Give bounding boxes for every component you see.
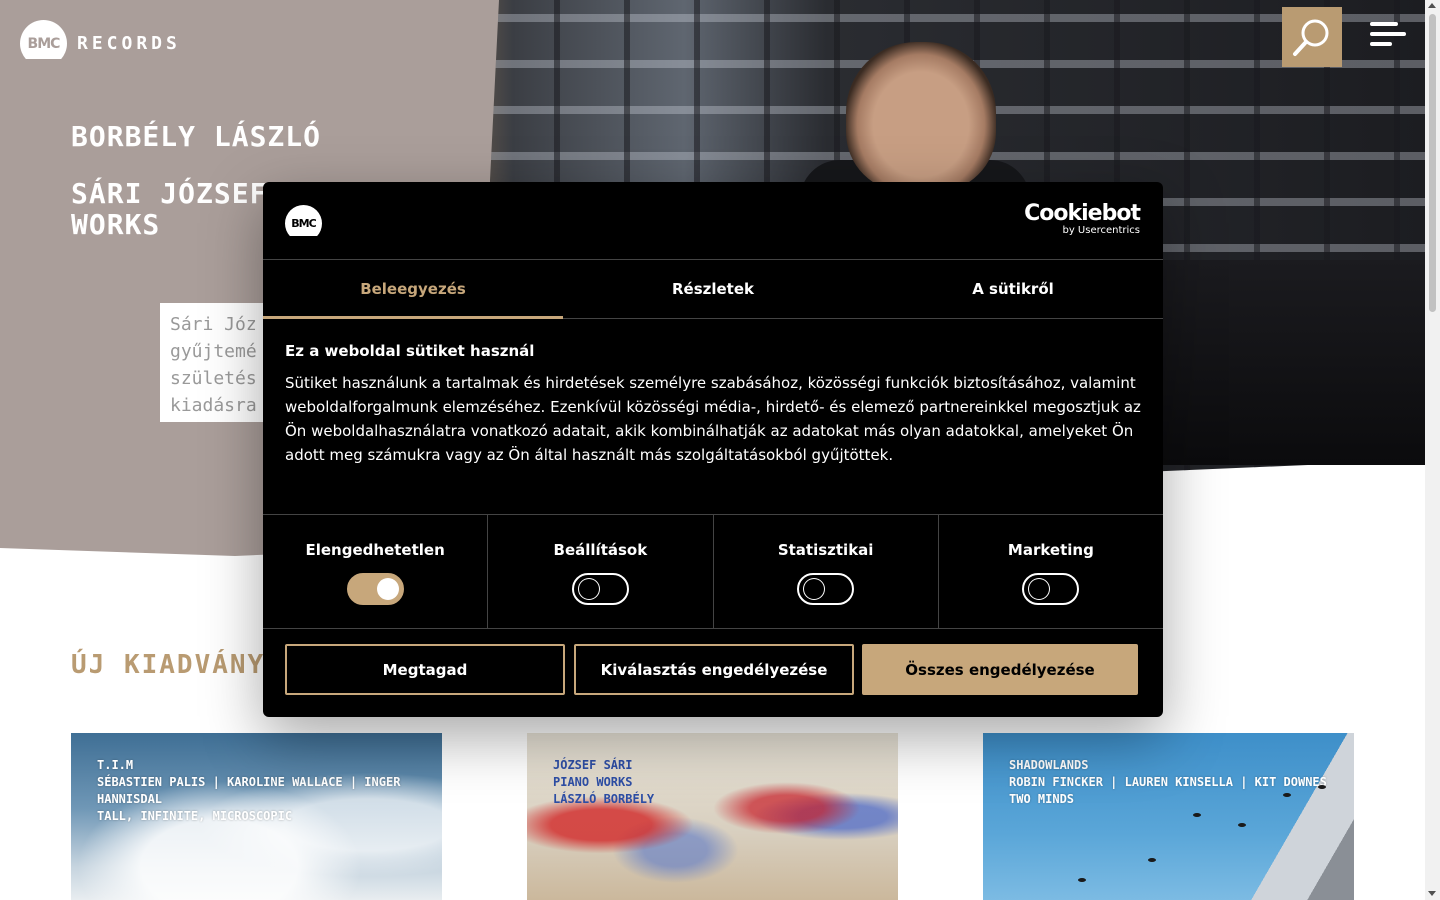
necessary-toggle[interactable]: [346, 573, 404, 605]
release-line: TALL, INFINITE, MICROSCOPIC: [97, 809, 293, 823]
release-card[interactable]: SHADOWLANDS ROBIN FINCKER | LAUREN KINSE…: [983, 733, 1354, 900]
piano-shape: [1150, 260, 1425, 465]
category-statistics: Statisztikai: [714, 515, 939, 628]
release-line: SHADOWLANDS: [1009, 758, 1089, 772]
dialog-tabs: Beleegyezés Részletek A sütikről: [263, 259, 1163, 319]
release-line: JÓZSEF SÁRI: [553, 758, 633, 772]
hamburger-menu-icon[interactable]: [1370, 22, 1406, 54]
category-label: Marketing: [1007, 541, 1094, 559]
cookiebot-logo[interactable]: Cookiebot by Usercentrics: [1024, 201, 1141, 236]
allow-all-button[interactable]: Összes engedélyezése: [862, 644, 1138, 695]
bird-shape: [1318, 785, 1326, 789]
dialog-buttons: Megtagad Kiválasztás engedélyezése Össze…: [285, 644, 1138, 695]
cookiebot-brand: Cookiebot: [1024, 201, 1141, 226]
category-necessary: Elengedhetetlen: [263, 515, 489, 628]
search-button[interactable]: [1282, 7, 1342, 67]
preferences-toggle[interactable]: [571, 573, 629, 605]
release-card[interactable]: T.I.M SÉBASTIEN PALIS | KAROLINE WALLACE…: [71, 733, 442, 900]
cookie-categories: Elengedhetetlen Beállítások Statisztikai…: [263, 514, 1163, 629]
site-logo[interactable]: BMC RECORDS: [20, 20, 181, 67]
search-icon: [1293, 19, 1329, 56]
logo-text: RECORDS: [77, 33, 181, 54]
dialog-heading: Ez a weboldal sütiket használ: [285, 342, 535, 360]
dialog-body-text: Sütiket használunk a tartalmak és hirdet…: [285, 374, 1141, 464]
toggle-knob: [1028, 578, 1051, 600]
category-preferences: Beállítások: [488, 515, 714, 628]
marketing-toggle[interactable]: [1022, 573, 1080, 605]
hero-album-title: SÁRI JÓZSEF: WORKS: [71, 177, 286, 241]
tab-consent[interactable]: Beleegyezés: [263, 260, 563, 319]
bird-shape: [1193, 813, 1201, 817]
release-cover-text: SHADOWLANDS ROBIN FINCKER | LAUREN KINSE…: [1009, 757, 1327, 808]
bird-shape: [1078, 878, 1086, 882]
cookiebot-brand-sub: by Usercentrics: [1062, 225, 1140, 236]
release-line: LÁSZLÓ BORBÉLY: [553, 792, 655, 806]
category-label: Elengedhetetlen: [305, 541, 445, 559]
category-label: Beállítások: [553, 541, 648, 559]
toggle-knob: [376, 578, 399, 600]
release-card[interactable]: JÓZSEF SÁRI PIANO WORKS LÁSZLÓ BORBÉLY: [527, 733, 898, 900]
release-line: PIANO WORKS: [553, 775, 633, 789]
release-cover-text: JÓZSEF SÁRI PIANO WORKS LÁSZLÓ BORBÉLY: [553, 757, 654, 808]
hero-description-line: gyűjtemé: [170, 341, 257, 362]
release-line: TWO MINDS: [1009, 792, 1075, 806]
hero-description-line: születés: [170, 368, 257, 389]
bird-shape: [1283, 793, 1291, 797]
bird-shape: [1148, 858, 1156, 862]
release-line: ROBIN FINCKER | LAUREN KINSELLA | KIT DO…: [1009, 775, 1327, 789]
toggle-knob: [803, 578, 826, 600]
hero-description-line: Sári Józ: [170, 314, 257, 335]
bird-shape: [1238, 823, 1246, 827]
toggle-knob: [577, 578, 600, 600]
hero-description-line: kiadásra: [170, 395, 257, 416]
allow-selection-button[interactable]: Kiválasztás engedélyezése: [574, 644, 854, 695]
scroll-up-arrow-icon[interactable]: [1428, 3, 1436, 8]
hero-description: Sári Józ gyűjtemé születés kiadásra: [160, 303, 263, 422]
deny-button[interactable]: Megtagad: [285, 644, 565, 695]
statistics-toggle[interactable]: [797, 573, 855, 605]
page-scrollbar[interactable]: [1425, 0, 1440, 900]
tab-about-cookies[interactable]: A sütikről: [863, 260, 1163, 318]
category-label: Statisztikai: [777, 541, 874, 559]
scroll-down-arrow-icon[interactable]: [1428, 891, 1436, 896]
category-marketing: Marketing: [939, 515, 1163, 628]
dialog-site-logo: BMC: [285, 205, 322, 236]
tab-details[interactable]: Részletek: [563, 260, 863, 318]
hero-artist-name: BORBÉLY LÁSZLÓ: [71, 120, 322, 153]
release-cover-text: T.I.M SÉBASTIEN PALIS | KAROLINE WALLACE…: [97, 757, 442, 825]
cookie-consent-dialog: BMC Cookiebot by Usercentrics Beleegyezé…: [263, 182, 1163, 717]
release-line: SÉBASTIEN PALIS | KAROLINE WALLACE | ING…: [97, 775, 401, 806]
release-line: T.I.M: [97, 758, 134, 772]
artist-figure-head: [846, 42, 996, 192]
scrollbar-thumb[interactable]: [1429, 14, 1436, 312]
logo-mark: BMC: [20, 20, 67, 59]
